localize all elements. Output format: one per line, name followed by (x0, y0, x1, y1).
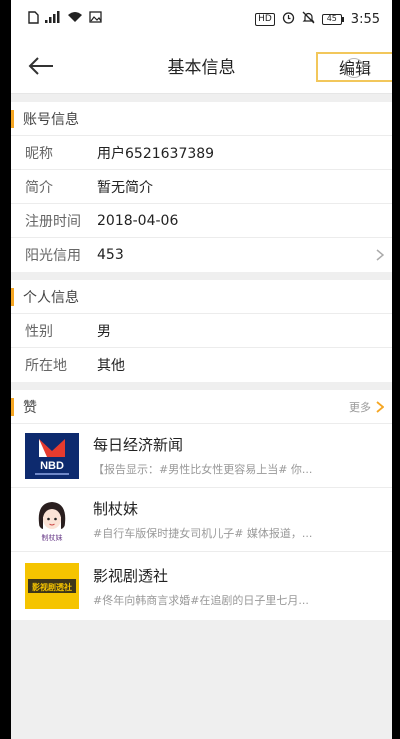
row-value: 453 (97, 247, 124, 263)
svg-text:NBD: NBD (40, 460, 64, 472)
more-link[interactable]: 更多 (349, 399, 384, 415)
alarm-icon (282, 11, 295, 28)
touch-indicator (344, 58, 364, 78)
status-icons-right: HD 45 3:55 (255, 11, 380, 28)
wifi-icon (67, 11, 83, 27)
likes-header-label: 赞 (23, 399, 37, 416)
battery-icon: 45 (321, 13, 344, 25)
status-icons-left (27, 10, 102, 28)
section-header-likes: 赞 更多 (11, 390, 392, 424)
mute-icon (302, 11, 315, 28)
row-label: 性别 (25, 323, 53, 340)
svg-text:影视剧透社: 影视剧透社 (32, 582, 72, 592)
nbd-logo: NBD (25, 432, 79, 479)
row-label: 注册时间 (25, 213, 81, 230)
feed-desc: 【报告显示：#男性比女性更容易上当# 你... (93, 463, 313, 476)
clock-time: 3:55 (350, 11, 380, 27)
row-sunshine-credit[interactable]: 阳光信用 453 (11, 238, 392, 272)
list-item[interactable]: 影视剧透社 影视剧透社 #佟年向韩商言求婚#在追剧的日子里七月... (11, 552, 392, 620)
chevron-right-icon (376, 400, 384, 413)
svg-text:制杖妹: 制杖妹 (42, 533, 63, 542)
list-item[interactable]: 制杖妹 制杖妹 #自行车版保时捷女司机儿子# 媒体报道，... (11, 488, 392, 552)
row-label: 所在地 (25, 358, 67, 374)
signal-icon (45, 11, 61, 27)
feed-desc: #佟年向韩商言求婚#在追剧的日子里七月... (93, 593, 309, 607)
feed-title: 制杖妹 (93, 500, 139, 518)
row-register-date: 注册时间 2018-04-06 (11, 204, 392, 238)
feed-text: 影视剧透社 #佟年向韩商言求婚#在追剧的日子里七月... (93, 565, 392, 608)
more-label: 更多 (349, 400, 371, 414)
battery-level: 45 (321, 13, 342, 25)
row-gender[interactable]: 性别 男 (11, 314, 392, 348)
list-item[interactable]: NBD 每日经济新闻 【报告显示：#男性比女性更容易上当# 你... (11, 424, 392, 488)
row-label: 简介 (25, 179, 53, 196)
row-value: 2018-04-06 (97, 212, 179, 229)
sim-icon (27, 10, 39, 28)
feed-title: 每日经济新闻 (93, 436, 184, 454)
chevron-right-icon (376, 246, 385, 265)
feed-text: 制杖妹 #自行车版保时捷女司机儿子# 媒体报道，... (93, 498, 392, 541)
avatar-girl: 制杖妹 (25, 496, 79, 543)
feed-text: 每日经济新闻 【报告显示：#男性比女性更容易上当# 你... (93, 434, 392, 477)
row-value: 其他 (97, 358, 125, 374)
row-value: 用户6521637389 (97, 145, 215, 162)
row-bio[interactable]: 简介 暂无简介 (11, 170, 392, 204)
row-label: 昵称 (25, 145, 53, 162)
app-screen: HD 45 3:55 基本信息 编辑 账号信息 昵称 用户6521637389 … (11, 0, 392, 739)
section-header-personal: 个人信息 (11, 280, 392, 314)
section-header-account: 账号信息 (11, 102, 392, 136)
feed-title: 影视剧透社 (93, 566, 169, 585)
film-logo: 影视剧透社 (25, 563, 79, 609)
back-button[interactable] (17, 38, 65, 94)
feed-desc: #自行车版保时捷女司机儿子# 媒体报道，... (93, 527, 313, 540)
personal-info-section: 个人信息 性别 男 所在地 其他 (11, 280, 392, 382)
edit-button[interactable]: 编辑 (316, 52, 392, 82)
row-value: 男 (97, 323, 111, 340)
gallery-icon (89, 11, 102, 27)
status-bar: HD 45 3:55 (11, 0, 392, 38)
nav-bar: 基本信息 编辑 (11, 38, 392, 94)
likes-section: 赞 更多 NBD 每日经济新闻 【报告显示：#男性比女性更容易上当# 你... (11, 390, 392, 620)
row-location[interactable]: 所在地 其他 (11, 348, 392, 382)
row-value: 暂无简介 (97, 179, 153, 196)
account-info-section: 账号信息 昵称 用户6521637389 简介 暂无简介 注册时间 2018-0… (11, 102, 392, 272)
hd-badge: HD (255, 12, 275, 26)
row-label: 阳光信用 (25, 248, 81, 264)
row-nickname[interactable]: 昵称 用户6521637389 (11, 136, 392, 170)
arrow-left-icon (28, 56, 53, 75)
